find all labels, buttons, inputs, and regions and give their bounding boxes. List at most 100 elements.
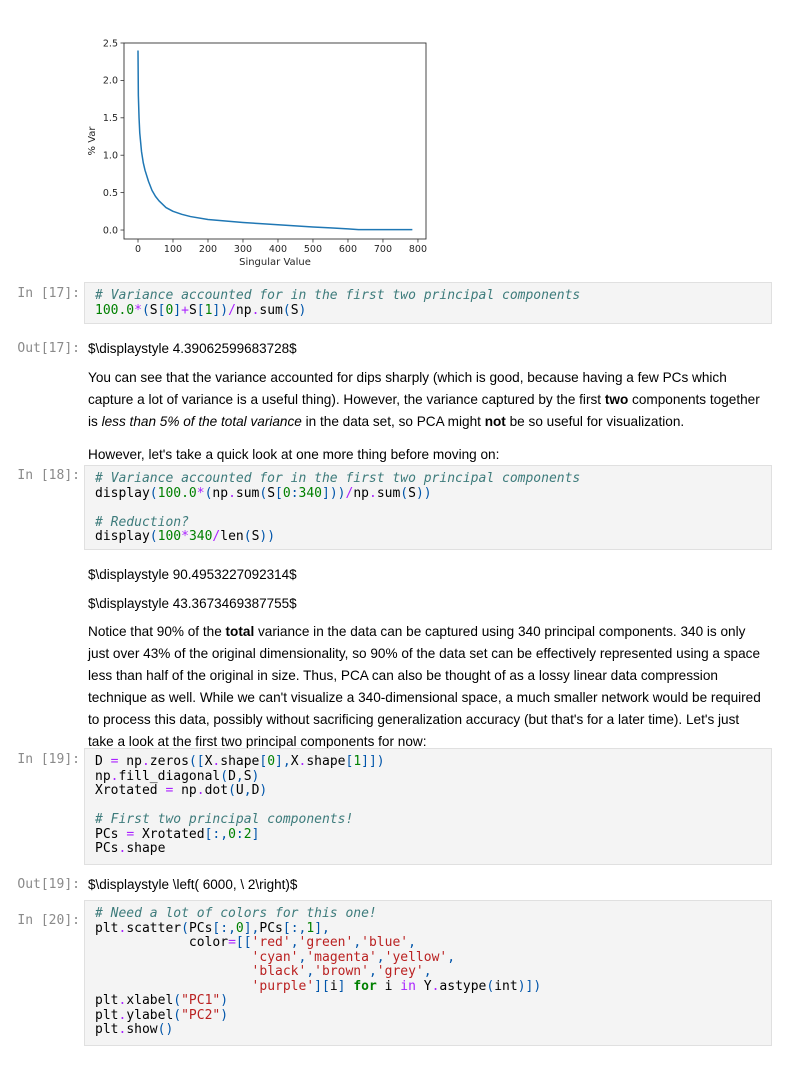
x-tick-label: 100 (164, 244, 182, 255)
code-line: plt.xlabel("PC1") (95, 993, 761, 1009)
code-token: 'yellow' (384, 949, 448, 965)
code-token: astype (439, 978, 487, 994)
code-line: np.fill_diagonal(D,S) (95, 768, 761, 785)
code-token: ( (220, 768, 229, 784)
code-token: / (228, 302, 236, 318)
code-token: for (353, 978, 377, 994)
code-token: [:, (282, 920, 307, 936)
code-cell-in20[interactable]: # Need a lot of colors for this one! plt.… (84, 900, 772, 1046)
code-token: + (181, 302, 189, 318)
italic-text: less than 5% of the total variance (101, 414, 302, 429)
code-token: = (228, 935, 236, 950)
code-token: ) (259, 783, 268, 798)
code-token: 340 (298, 485, 323, 501)
code-token: [[ (235, 935, 252, 950)
code-line: 'black','brown','grey', (95, 964, 761, 980)
code-token: ] (251, 826, 260, 842)
code-token: 'green' (298, 935, 354, 950)
code-token: 100.0 (95, 302, 135, 318)
code-token: # Need a lot of colors for this one! (95, 906, 377, 921)
code-line: PCs = Xrotated[:,0:2] (95, 826, 761, 843)
code-token: ]]) (361, 754, 385, 769)
code-token: "PC2" (181, 1007, 221, 1023)
code-line: display(100.0*(np.sum(S[0:340]))/np.sum(… (95, 485, 761, 502)
bold-text: total (225, 624, 255, 639)
bold-text: two (604, 392, 629, 407)
code-token: ( (141, 302, 150, 318)
markdown-cell-1: You can see that the variance accounted … (88, 367, 768, 466)
code-token: 'purple' (251, 978, 315, 994)
code-token: fill_diagonal (118, 768, 221, 784)
code-line: 100.0*(S[0]+S[1])/np.sum(S) (95, 302, 761, 319)
code-token: np (212, 485, 229, 501)
code-token: 1 (353, 754, 362, 769)
x-tick-label: 600 (339, 244, 357, 255)
code-token: () (157, 1022, 174, 1037)
code-token: in (400, 978, 416, 994)
code-token: , (368, 964, 377, 979)
code-token: np (353, 485, 369, 501)
code-token: * (134, 302, 142, 318)
code-line: # Variance accounted for in the first tw… (95, 288, 761, 304)
code-token: , (290, 935, 299, 950)
code-line: Xrotated = np.dot(U,D) (95, 783, 761, 799)
code-token: S (149, 302, 158, 318)
code-token: shape (220, 754, 260, 769)
code-token: ) (220, 1007, 229, 1023)
code-token: PCs (95, 841, 119, 856)
code-cell-in17[interactable]: # Variance accounted for in the first tw… (84, 282, 772, 324)
code-token: ( (173, 1007, 182, 1023)
code-line: color=[['red','green','blue', (95, 935, 761, 951)
code-token: 1 (306, 920, 315, 936)
cell-prompt-in19: In [19]: (17, 752, 80, 767)
code-token: , (423, 964, 432, 979)
code-token: plt (95, 1022, 119, 1037)
code-token: PCs (259, 920, 283, 936)
text-run: in the data set, so PCA might (301, 414, 485, 429)
code-token: scatter (126, 920, 182, 936)
code-token: [ (196, 302, 205, 318)
code-token: )) (259, 529, 276, 544)
code-token: 0 (228, 826, 236, 842)
code-token: S (408, 485, 416, 501)
code-token: display (95, 485, 150, 501)
markdown-paragraph: You can see that the variance accounted … (88, 367, 768, 433)
code-token: )) (415, 485, 432, 501)
text-run: variance in the data can be captured usi… (88, 624, 761, 749)
code-line: plt.scatter(PCs[:,0],PCs[:,1], (95, 920, 761, 937)
code-token: PCs (95, 826, 127, 842)
code-token: i (329, 978, 338, 994)
output-in17: $\displaystyle 4.39062599683728$ (88, 341, 297, 356)
code-token: int (494, 978, 518, 994)
y-tick-label: 1.0 (103, 151, 118, 162)
code-token: S (290, 302, 299, 318)
code-token: ( (181, 920, 189, 936)
chart-xlabel: Singular Value (239, 257, 311, 268)
code-token: np (95, 768, 111, 784)
y-tick-label: 0.0 (103, 225, 118, 236)
code-token: # Variance accounted for in the first tw… (95, 471, 581, 486)
code-token: np (173, 783, 197, 798)
code-token: . (141, 754, 150, 769)
code-cell-in18[interactable]: # Variance accounted for in the first tw… (84, 465, 772, 550)
code-token: , (235, 768, 244, 784)
x-tick-label: 200 (199, 244, 217, 255)
code-token: sum (235, 485, 260, 501)
code-token: sum (376, 485, 401, 501)
code-token: , (408, 935, 416, 950)
code-token: ylabel (126, 1007, 174, 1023)
code-token: 0 (282, 485, 291, 501)
cell-prompt-out17: Out[17]: (17, 341, 80, 356)
code-token: 'grey' (376, 964, 424, 979)
code-cell-in19[interactable]: D = np.zeros([X.shape[0],X.shape[1]]) np.… (84, 748, 772, 865)
code-token: . (368, 485, 377, 501)
code-token: 340 (188, 529, 213, 544)
code-token: ], (275, 754, 291, 769)
x-tick-label: 500 (304, 244, 322, 255)
code-token: S (243, 768, 252, 784)
code-token: Xrotated (95, 783, 166, 798)
y-tick-label: 1.5 (103, 113, 118, 124)
